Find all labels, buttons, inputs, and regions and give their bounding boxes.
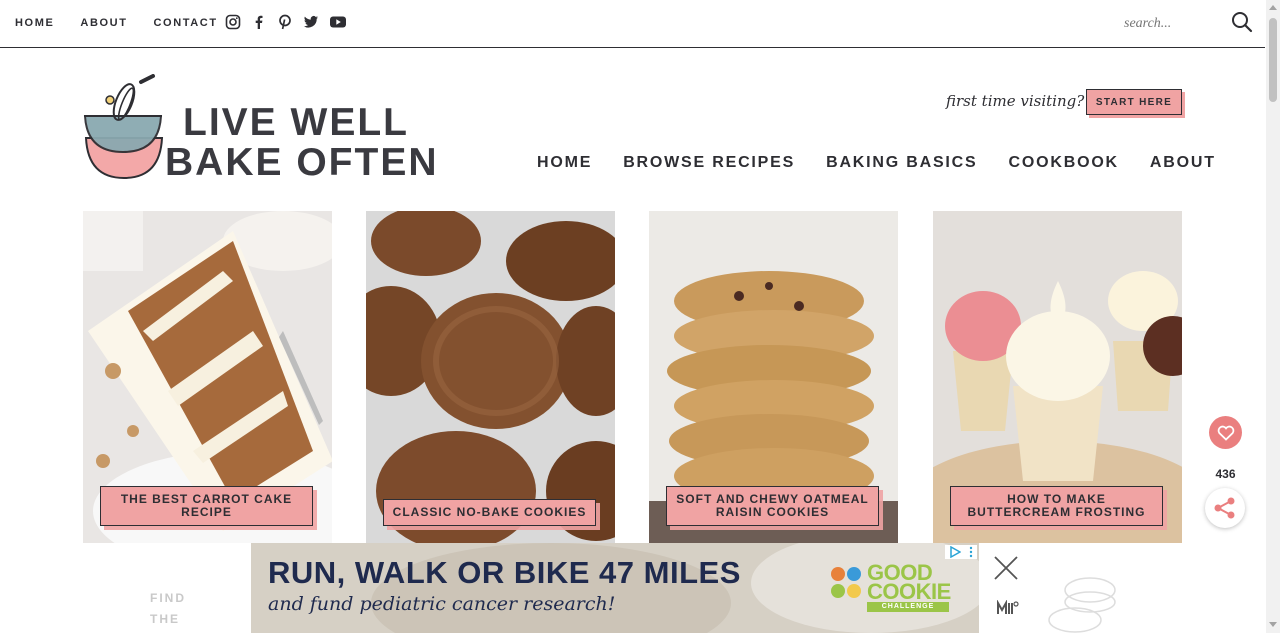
share-widget: 436 <box>1202 450 1249 528</box>
scroll-down-icon[interactable] <box>1269 622 1277 627</box>
instagram-icon[interactable] <box>225 14 241 30</box>
start-here-button[interactable]: START HERE <box>1086 89 1182 115</box>
youtube-icon[interactable] <box>329 14 346 30</box>
top-nav-contact[interactable]: CONTACT <box>154 17 218 29</box>
main-nav-home[interactable]: HOME <box>537 154 592 172</box>
share-icon <box>1214 497 1235 519</box>
main-nav: HOME BROWSE RECIPES BAKING BASICS COOKBO… <box>537 154 1216 172</box>
scroll-up-icon[interactable] <box>1269 5 1277 10</box>
close-ad-button[interactable] <box>991 553 1021 583</box>
partial-section-heading: FIND THE <box>150 586 186 631</box>
search-input[interactable] <box>1124 16 1219 32</box>
recipe-card-label[interactable]: THE BEST CARROT CAKE RECIPE <box>100 486 313 526</box>
pinterest-icon[interactable] <box>277 14 293 30</box>
scrollbar-thumb[interactable] <box>1269 18 1277 102</box>
activity-icons <box>831 567 861 598</box>
ad-headline: RUN, WALK OR BIKE 47 MILES <box>268 555 741 590</box>
ad-subline: and fund pediatric cancer research! <box>268 593 616 615</box>
ad-brand-challenge: CHALLENGE <box>867 602 949 612</box>
main-nav-about[interactable]: ABOUT <box>1150 154 1216 172</box>
main-nav-baking-basics[interactable]: BAKING BASICS <box>826 154 977 172</box>
ad-brand-logo: GOOD COOKIE CHALLENGE <box>829 559 959 615</box>
scrollbar[interactable] <box>1266 0 1280 633</box>
heart-icon <box>1217 425 1234 441</box>
recipe-card-label[interactable]: CLASSIC NO-BAKE COOKIES <box>383 499 596 526</box>
recipe-card-label[interactable]: SOFT AND CHEWY OATMEAL RAISIN COOKIES <box>666 486 879 526</box>
twitter-icon[interactable] <box>303 14 319 30</box>
recipe-card-label[interactable]: HOW TO MAKE BUTTERCREAM FROSTING <box>950 486 1163 526</box>
ad-choices-icon <box>950 546 961 558</box>
site-logo[interactable]: LIVE WELL BAKE OFTEN <box>83 74 437 184</box>
recipe-card-no-bake-cookies[interactable]: CLASSIC NO-BAKE COOKIES <box>366 211 615 543</box>
macaron-sketch-icon <box>1048 577 1116 633</box>
partial-heading-line-2: THE <box>150 612 180 626</box>
top-bar: HOME ABOUT CONTACT <box>0 0 1265 48</box>
ad-brand-cookie: COOKIE <box>867 579 951 604</box>
social-links <box>225 14 346 30</box>
recipe-card-carrot-cake[interactable]: THE BEST CARROT CAKE RECIPE <box>83 211 332 543</box>
recipe-card-buttercream[interactable]: HOW TO MAKE BUTTERCREAM FROSTING <box>933 211 1182 543</box>
top-nav-about[interactable]: ABOUT <box>80 17 127 29</box>
search-box <box>1124 11 1259 38</box>
close-icon <box>994 556 1018 580</box>
logo-line-2: BAKE OFTEN <box>165 141 439 184</box>
first-time-text: first time visiting? <box>946 92 1085 110</box>
ad-menu-icon <box>969 546 973 558</box>
ad-banner[interactable]: RUN, WALK OR BIKE 47 MILES and fund pedi… <box>251 543 979 633</box>
main-nav-cookbook[interactable]: COOKBOOK <box>1009 154 1119 172</box>
share-count: 436 <box>1215 467 1236 481</box>
no-bake-cookies-image <box>366 211 615 543</box>
top-nav: HOME ABOUT CONTACT <box>15 17 218 29</box>
main-nav-browse-recipes[interactable]: BROWSE RECIPES <box>623 154 795 172</box>
search-icon[interactable] <box>1231 11 1253 38</box>
top-nav-home[interactable]: HOME <box>15 17 54 29</box>
favorite-button[interactable] <box>1209 416 1242 449</box>
share-button[interactable] <box>1205 488 1245 528</box>
facebook-icon[interactable] <box>251 14 267 30</box>
logo-line-1: LIVE WELL <box>183 101 409 144</box>
ad-choices[interactable] <box>945 545 977 559</box>
recipe-card-oatmeal-raisin[interactable]: SOFT AND CHEWY OATMEAL RAISIN COOKIES <box>649 211 898 543</box>
mediavine-icon <box>997 599 1019 619</box>
